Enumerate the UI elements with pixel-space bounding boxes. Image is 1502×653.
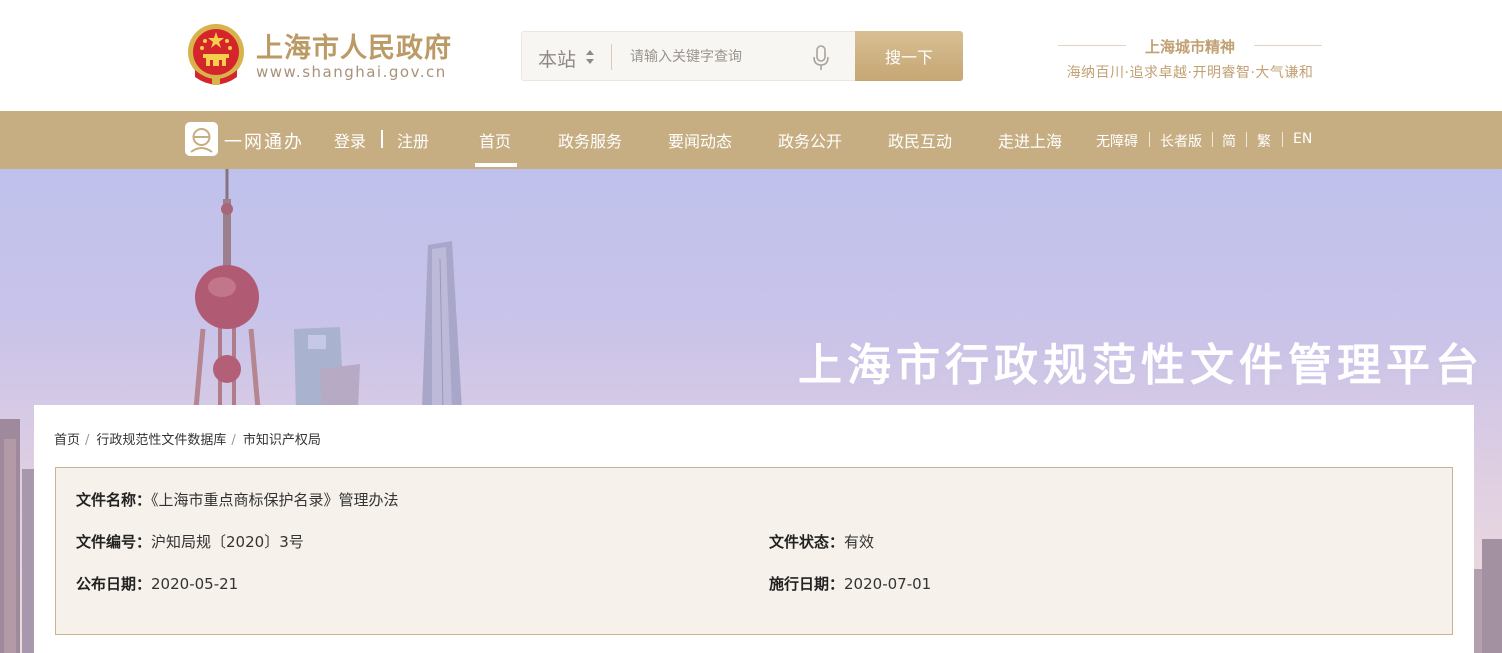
search-divider — [611, 44, 612, 70]
site-title[interactable]: 上海市人民政府 — [256, 26, 452, 65]
banner-title: 上海市行政规范性文件管理平台 — [798, 340, 1484, 391]
site-header: 上海市人民政府 www.shanghai.gov.cn 本站 搜一下 上海城市精… — [0, 0, 1502, 111]
search-input[interactable] — [630, 45, 810, 69]
city-spirit-title: 上海城市精神 — [1144, 38, 1235, 56]
nav-item-services[interactable]: 政务服务 — [558, 128, 622, 152]
effective-date-value: 2020-07-01 — [844, 575, 932, 593]
search-button[interactable]: 搜一下 — [855, 31, 963, 81]
register-link[interactable]: 注册 — [397, 128, 429, 152]
publish-date-label: 公布日期： — [76, 575, 152, 593]
search-box: 本站 — [521, 31, 855, 81]
breadcrumb-separator: / — [231, 433, 236, 448]
document-status-row: 文件状态：有效 — [769, 531, 874, 552]
breadcrumb-database[interactable]: 行政规范性文件数据库 — [96, 429, 226, 448]
accessibility-link[interactable]: 无障碍 — [1096, 131, 1138, 151]
onenet-link[interactable]: 一网通办 — [224, 128, 304, 154]
util-divider — [1149, 132, 1150, 147]
microphone-icon[interactable] — [812, 45, 830, 71]
nav-item-home[interactable]: 首页 — [479, 128, 511, 152]
util-divider — [1212, 132, 1213, 147]
publish-date-row: 公布日期：2020-05-21 — [76, 573, 238, 594]
nav-item-disclosure[interactable]: 政务公开 — [778, 128, 842, 152]
document-info-box: 文件名称：《上海市重点商标保护名录》管理办法 文件编号：沪知局规〔2020〕3号… — [55, 467, 1453, 635]
content-card: 首页 / 行政规范性文件数据库 / 市知识产权局 文件名称：《上海市重点商标保护名录》管… — [34, 405, 1474, 653]
breadcrumb-separator: / — [85, 433, 90, 448]
login-divider — [381, 130, 383, 148]
util-divider — [1246, 132, 1247, 147]
effective-date-label: 施行日期： — [769, 575, 845, 593]
elderly-mode-link[interactable]: 长者版 — [1160, 131, 1202, 151]
breadcrumb-ip-bureau[interactable]: 市知识产权局 — [243, 429, 321, 448]
document-name-label: 文件名称： — [76, 491, 152, 509]
document-name-row: 文件名称：《上海市重点商标保护名录》管理办法 — [76, 489, 399, 510]
main-nav: 一网通办 登录 注册 首页 政务服务 要闻动态 政务公开 政民互动 走进上海 无… — [0, 111, 1502, 169]
document-number-label: 文件编号： — [76, 533, 152, 551]
document-number-row: 文件编号：沪知局规〔2020〕3号 — [76, 531, 304, 552]
document-name-value: 《上海市重点商标保护名录》管理办法 — [151, 491, 399, 509]
onenet-logo-icon[interactable] — [185, 122, 218, 156]
active-nav-indicator — [475, 163, 517, 167]
util-divider — [1282, 132, 1283, 147]
sort-arrows-icon[interactable] — [585, 47, 595, 67]
document-number-value: 沪知局规〔2020〕3号 — [151, 533, 304, 551]
site-url[interactable]: www.shanghai.gov.cn — [256, 63, 447, 81]
simplified-chinese-link[interactable]: 简 — [1222, 131, 1236, 151]
effective-date-row: 施行日期：2020-07-01 — [769, 573, 931, 594]
search-scope-select[interactable]: 本站 — [538, 45, 576, 72]
national-emblem-icon[interactable] — [185, 22, 247, 86]
document-status-label: 文件状态： — [769, 533, 845, 551]
breadcrumb: 首页 / 行政规范性文件数据库 / 市知识产权局 — [54, 429, 321, 448]
traditional-chinese-link[interactable]: 繁 — [1257, 131, 1271, 151]
document-status-value: 有效 — [844, 533, 875, 551]
login-link[interactable]: 登录 — [334, 128, 366, 152]
publish-date-value: 2020-05-21 — [151, 575, 239, 593]
nav-item-news[interactable]: 要闻动态 — [668, 128, 732, 152]
english-link[interactable]: EN — [1293, 131, 1312, 147]
nav-item-about-shanghai[interactable]: 走进上海 — [998, 128, 1062, 152]
city-spirit-motto: 海纳百川·追求卓越·开明睿智·大气谦和 — [1066, 65, 1314, 81]
breadcrumb-home[interactable]: 首页 — [54, 429, 80, 448]
nav-item-interaction[interactable]: 政民互动 — [888, 128, 952, 152]
